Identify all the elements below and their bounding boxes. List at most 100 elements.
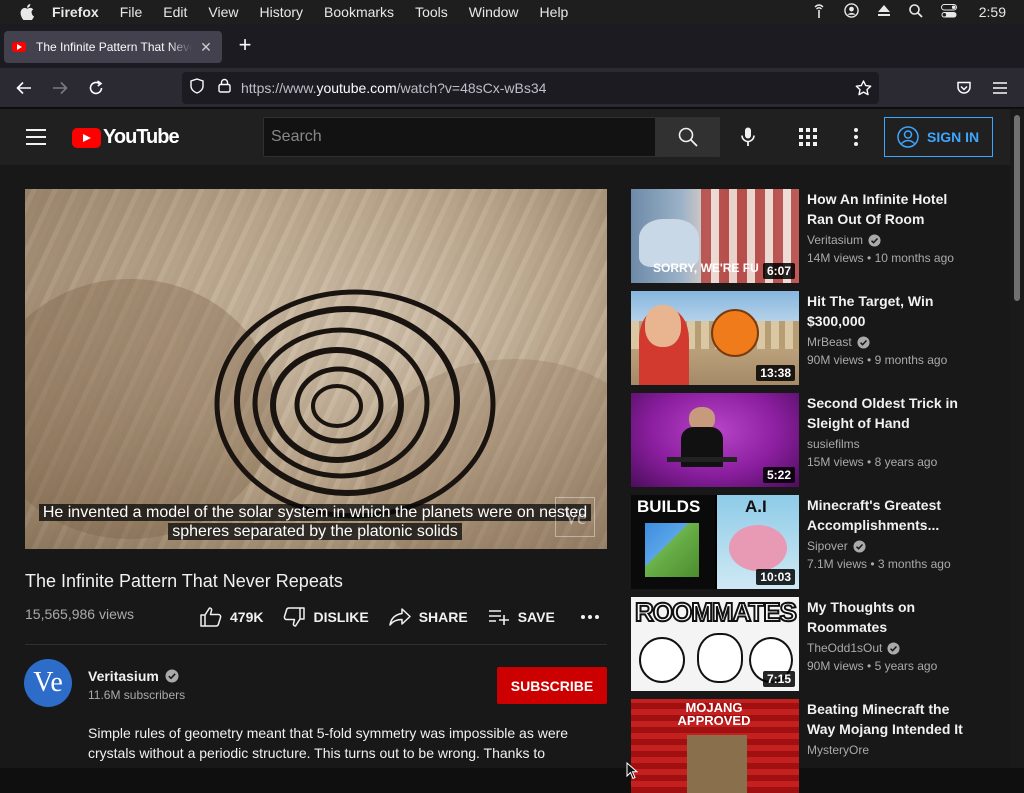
more-actions-icon[interactable] (580, 615, 607, 619)
pocket-icon[interactable] (952, 76, 976, 100)
share-button[interactable]: SHARE (388, 608, 468, 626)
scrollbar-thumb[interactable] (1014, 115, 1020, 301)
apps-grid-icon[interactable] (798, 127, 818, 147)
recommended-channel: MrBeast (807, 335, 870, 349)
recommended-title: Hit The Target, Win $300,000 (807, 293, 934, 329)
recommended-video-1[interactable]: SORRY, WE'RE FU 6:07 How An Infinite Hot… (631, 189, 1001, 283)
account-circle-icon (897, 126, 919, 148)
bookmark-star-icon[interactable] (853, 78, 873, 98)
tracking-protection-shield-icon[interactable] (190, 77, 204, 99)
recommended-title: How An Infinite Hotel Ran Out Of Room (807, 191, 948, 227)
video-duration: 10:03 (756, 569, 795, 585)
recommended-meta: 7.1M views • 3 months ago (807, 557, 951, 571)
recommended-meta: 90M views • 9 months ago (807, 353, 948, 367)
sign-in-button[interactable]: SIGN IN (884, 117, 993, 157)
menu-view[interactable]: View (208, 4, 238, 20)
like-button[interactable]: 479K (200, 607, 263, 627)
dislike-label: DISLIKE (313, 609, 369, 625)
menu-firefox[interactable]: Firefox (52, 4, 99, 20)
video-actions: 479K DISLIKE SHARE SAVE (200, 603, 627, 631)
recommended-thumbnail[interactable]: 13:38 (631, 291, 799, 385)
voice-search-button[interactable] (730, 119, 766, 155)
control-center-icon[interactable] (940, 3, 957, 21)
search-icon (678, 127, 698, 147)
menu-history[interactable]: History (259, 4, 303, 20)
youtube-header: YouTube Search SIGN IN (0, 109, 1010, 165)
youtube-logo[interactable]: YouTube (72, 126, 180, 149)
recommended-video-3[interactable]: 5:22 Second Oldest Trick in Sleight of H… (631, 393, 1001, 487)
padlock-icon[interactable] (218, 78, 231, 98)
url-text[interactable]: https://www.youtube.com/watch?v=48sCx-wB… (241, 80, 546, 96)
search-input[interactable]: Search (263, 117, 656, 157)
recommended-thumbnail[interactable]: MOJANG APPROVED (631, 699, 799, 793)
recommended-views: 90M views (807, 659, 864, 673)
menu-help[interactable]: Help (540, 4, 569, 20)
thumbnail-overlay-text: BUILDS (637, 497, 701, 516)
page-scrollbar[interactable] (1010, 109, 1024, 768)
recommended-thumbnail[interactable]: 5:22 (631, 393, 799, 487)
recommended-thumbnail[interactable]: ROOMMATES 7:15 (631, 597, 799, 691)
share-label: SHARE (418, 609, 468, 625)
settings-more-icon[interactable] (846, 127, 866, 147)
new-tab-button[interactable]: + (234, 34, 256, 57)
eject-icon[interactable] (877, 4, 891, 20)
recommended-video-2[interactable]: 13:38 Hit The Target, Win $300,000 MrBea… (631, 291, 1001, 385)
menu-file[interactable]: File (120, 4, 143, 20)
spotlight-search-icon[interactable] (908, 3, 923, 21)
youtube-favicon-icon (12, 42, 26, 52)
spiral-rings-graphic (214, 289, 496, 519)
tab-close-icon[interactable]: ✕ (198, 39, 214, 56)
guide-menu-icon[interactable] (26, 129, 46, 145)
video-duration: 5:22 (762, 467, 795, 483)
channel-name[interactable]: Veritasium (88, 668, 179, 684)
recommended-video-4[interactable]: BUILDS A.I 10:03 Minecraft's Greatest Ac… (631, 495, 1001, 589)
subscribe-button[interactable]: SUBSCRIBE (497, 667, 607, 704)
channel-avatar[interactable]: Ve (24, 659, 72, 707)
verified-check-icon (887, 641, 900, 655)
menubar-clock[interactable]: 2:59 (979, 4, 1006, 20)
video-duration: 13:38 (756, 365, 795, 381)
video-duration: 7:15 (762, 671, 795, 687)
browser-tab-strip: The Infinite Pattern That Never Repeats … (0, 24, 1024, 68)
reload-button[interactable] (84, 76, 108, 100)
recommended-video-6[interactable]: MOJANG APPROVED Beating Minecraft the Wa… (631, 699, 1001, 793)
thumbs-down-icon (284, 607, 306, 627)
menu-tools[interactable]: Tools (415, 4, 448, 20)
save-button[interactable]: SAVE (488, 609, 555, 625)
url-bar[interactable]: https://www.youtube.com/watch?v=48sCx-wB… (182, 72, 879, 104)
video-description[interactable]: Simple rules of geometry meant that 5-fo… (88, 723, 588, 763)
verified-check-icon (857, 335, 870, 349)
apple-icon[interactable] (18, 4, 36, 20)
antenna-icon[interactable] (812, 3, 826, 21)
menu-edit[interactable]: Edit (163, 4, 187, 20)
menu-window[interactable]: Window (469, 4, 519, 20)
microphone-icon (741, 127, 755, 146)
channel-name-text: Veritasium (88, 668, 159, 684)
recommended-channel: MysteryOre (807, 743, 869, 757)
menu-bookmarks[interactable]: Bookmarks (324, 4, 394, 20)
channel-watermark[interactable]: Ve (555, 497, 595, 537)
video-player[interactable]: He invented a model of the solar system … (25, 189, 607, 549)
video-caption: He invented a model of the solar system … (35, 503, 595, 541)
dislike-button[interactable]: DISLIKE (283, 607, 369, 627)
thumbnail-overlay-text: MOJANG APPROVED (677, 700, 751, 728)
user-account-icon[interactable] (843, 3, 859, 21)
forward-button[interactable] (48, 76, 72, 100)
recommended-channel: susiefilms (807, 437, 860, 451)
menubar-status: 2:59 (812, 0, 1006, 24)
recommended-thumbnail[interactable]: BUILDS A.I 10:03 (631, 495, 799, 589)
recommended-meta: 14M views • 10 months ago (807, 251, 954, 265)
subscriber-count: 11.6M subscribers (88, 688, 186, 702)
back-button[interactable] (12, 76, 36, 100)
browser-tab-active[interactable]: The Infinite Pattern That Never Repeats … (4, 31, 222, 63)
macos-menubar: Firefox File Edit View History Bookmarks… (0, 0, 1024, 24)
save-label: SAVE (517, 609, 555, 625)
recommended-video-5[interactable]: ROOMMATES 7:15 My Thoughts on Roommates … (631, 597, 1001, 691)
watch-page: He invented a model of the solar system … (0, 165, 1010, 793)
search-button[interactable] (656, 117, 720, 157)
recommended-thumbnail[interactable]: SORRY, WE'RE FU 6:07 (631, 189, 799, 283)
app-menu-icon[interactable] (988, 76, 1012, 100)
recommended-channel: TheOdd1sOut (807, 641, 900, 655)
url-path: /watch?v=48sCx-wBs34 (396, 80, 547, 96)
view-count: 15,565,986 views (25, 606, 134, 622)
